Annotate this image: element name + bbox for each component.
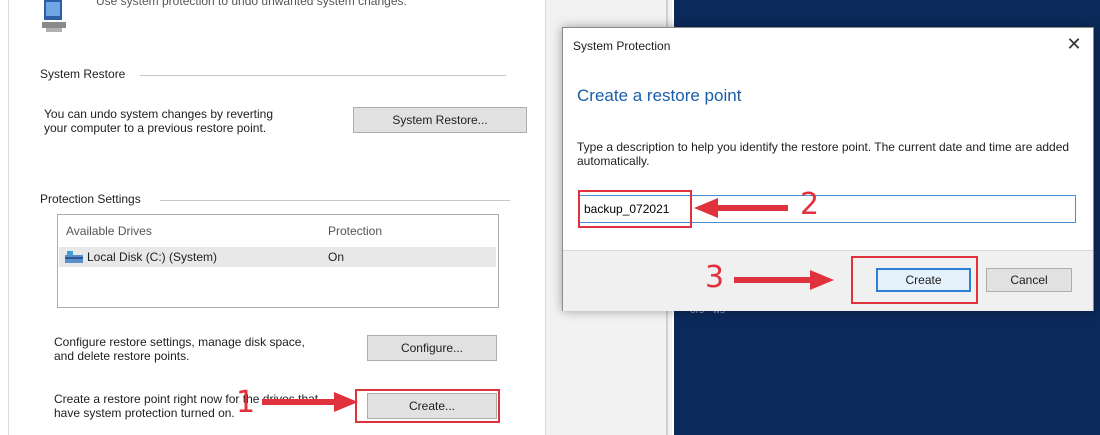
description-line: and delete restore points.	[54, 349, 190, 363]
create-restore-point-dialog: System Protection ✕ Create a restore poi…	[562, 27, 1094, 311]
description-line: your computer to a previous restore poin…	[44, 121, 267, 135]
header-description: Use system protection to undo unwanted s…	[96, 0, 407, 8]
arrow-left-icon	[694, 198, 788, 218]
system-restore-group-title: System Restore	[40, 67, 126, 81]
description-line: Configure restore settings, manage disk …	[54, 335, 305, 349]
dialog-description: Type a description to help you identify …	[577, 140, 1070, 168]
annotation-step-3: 3	[705, 260, 725, 295]
hard-drive-icon	[65, 251, 83, 263]
drives-list[interactable]: Available Drives Protection Local Disk (…	[57, 214, 499, 308]
drive-name: Local Disk (C:) (System)	[87, 250, 218, 264]
description-line: You can undo system changes by reverting	[44, 107, 274, 121]
dialog-cancel-button[interactable]: Cancel	[986, 268, 1072, 292]
arrow-right-icon	[262, 392, 358, 412]
dialog-heading: Create a restore point	[577, 86, 742, 105]
annotation-box-create	[355, 389, 500, 423]
column-header-drives[interactable]: Available Drives	[66, 224, 152, 238]
protection-settings-group-title: Protection Settings	[40, 192, 141, 206]
close-icon[interactable]: ✕	[1063, 33, 1085, 55]
drive-protection-status: On	[328, 250, 345, 264]
annotation-box-create-dialog	[851, 256, 978, 304]
configure-description: Configure restore settings, manage disk …	[54, 335, 305, 363]
annotation-step-1: 1	[236, 385, 256, 420]
drive-row[interactable]: Local Disk (C:) (System) On	[59, 247, 496, 267]
system-restore-button[interactable]: System Restore...	[353, 107, 527, 133]
system-restore-description: You can undo system changes by reverting…	[44, 107, 273, 135]
system-protection-icon	[40, 0, 68, 34]
dialog-title: System Protection	[573, 39, 671, 53]
group-divider	[160, 200, 510, 201]
panel-border	[8, 0, 9, 435]
group-divider	[140, 75, 506, 76]
system-properties-panel: Use system protection to undo unwanted s…	[0, 0, 546, 435]
column-header-protection[interactable]: Protection	[328, 224, 382, 238]
annotation-box-input	[578, 190, 692, 228]
arrow-right-icon	[734, 270, 834, 290]
configure-button[interactable]: Configure...	[367, 335, 497, 361]
annotation-step-2: 2	[800, 187, 820, 222]
